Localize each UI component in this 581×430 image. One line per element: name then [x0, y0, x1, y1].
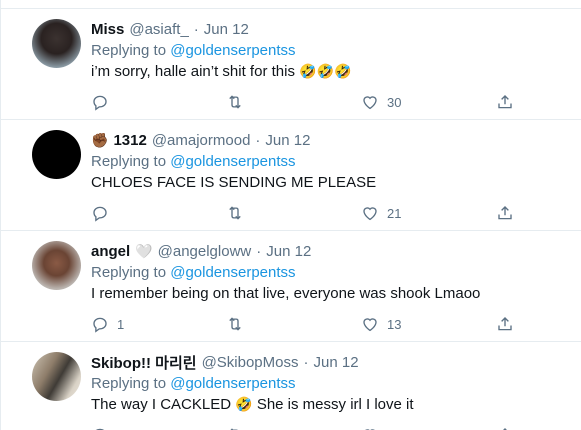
separator-dot: · — [303, 354, 309, 371]
retweet-button[interactable] — [226, 93, 244, 111]
mention-link[interactable]: @goldenserpentss — [170, 42, 295, 59]
replying-to: Replying to @goldenserpentss — [91, 40, 562, 61]
rofl-emoji: 🤣 — [235, 396, 253, 412]
tweet-actions: 1 13 — [91, 315, 521, 333]
reply-icon — [93, 317, 107, 333]
reply-icon — [93, 206, 107, 222]
display-name[interactable]: Skibop!! 마리린 — [91, 352, 197, 373]
like-icon — [363, 207, 377, 221]
tweet[interactable]: ✊🏾 1312 @amajormood · Jun 12 Replying to… — [1, 120, 581, 231]
share-icon — [498, 95, 512, 109]
mention-link[interactable]: @goldenserpentss — [170, 375, 295, 392]
tweet-text: I remember being on that live, everyone … — [91, 283, 562, 304]
separator-dot: · — [193, 21, 199, 38]
tweet-header: Miss @asiaft_ · Jun 12 — [91, 19, 562, 40]
tweet-date[interactable]: Jun 12 — [204, 21, 249, 38]
share-button[interactable] — [496, 426, 514, 430]
share-button[interactable] — [496, 204, 514, 222]
tweet-date[interactable]: Jun 12 — [314, 354, 359, 371]
reply-button[interactable] — [91, 204, 117, 222]
display-name[interactable]: Miss — [91, 21, 124, 38]
reply-feed: Miss @asiaft_ · Jun 12 Replying to @gold… — [0, 0, 581, 430]
tweet-content: Miss @asiaft_ · Jun 12 Replying to @gold… — [91, 19, 562, 82]
user-handle[interactable]: @amajormood — [152, 132, 251, 149]
display-name[interactable]: angel — [91, 243, 130, 260]
rofl-emoji: 🤣🤣🤣 — [299, 63, 352, 79]
display-name[interactable]: 1312 — [113, 132, 146, 149]
tweet-text: CHLOES FACE IS SENDING ME PLEASE — [91, 172, 562, 193]
share-button[interactable] — [496, 93, 514, 111]
tweet-content: ✊🏾 1312 @amajormood · Jun 12 Replying to… — [91, 130, 562, 193]
tweet-actions: 30 — [91, 93, 521, 111]
replying-to-label: Replying to — [91, 153, 167, 170]
retweet-button[interactable] — [226, 315, 244, 333]
replying-to: Replying to @goldenserpentss — [91, 262, 562, 283]
user-handle[interactable]: @asiaft_ — [129, 21, 188, 38]
tweet-text-body: The way I CACKLED — [91, 396, 232, 413]
retweet-icon — [229, 95, 241, 109]
like-button[interactable] — [361, 426, 379, 430]
retweet-icon — [230, 428, 238, 430]
reply-button[interactable] — [91, 426, 109, 430]
replying-to: Replying to @goldenserpentss — [91, 151, 562, 172]
tweet[interactable]: angel 🤍 @angelgloww · Jun 12 Replying to… — [1, 231, 581, 342]
tweet-actions: 21 — [91, 204, 521, 222]
tweet-text-body-continued: She is messy irl I love it — [256, 396, 414, 413]
tweet[interactable]: Miss @asiaft_ · Jun 12 Replying to @gold… — [1, 9, 581, 120]
like-button[interactable]: 21 — [361, 204, 401, 222]
reply-button[interactable]: 1 — [91, 315, 124, 333]
like-icon — [363, 96, 377, 110]
tweet-header: Skibop!! 마리린 @SkibopMoss · Jun 12 — [91, 352, 562, 373]
tweet-header: ✊🏾 1312 @amajormood · Jun 12 — [91, 130, 562, 151]
tweet-text-body: CHLOES FACE IS SENDING ME PLEASE — [91, 174, 377, 191]
replying-to-label: Replying to — [91, 375, 167, 392]
raised-fist-emoji: ✊🏾 — [91, 132, 109, 148]
replying-to-label: Replying to — [91, 42, 167, 59]
tweet-text-body: I remember being on that live, everyone … — [91, 285, 481, 302]
tweet-text-body: i’m sorry, halle ain’t shit for this — [91, 63, 295, 80]
replying-to-label: Replying to — [91, 264, 167, 281]
avatar[interactable] — [32, 352, 81, 401]
retweet-button[interactable] — [226, 204, 244, 222]
like-button[interactable]: 30 — [361, 93, 401, 111]
replying-to: Replying to @goldenserpentss — [91, 373, 562, 394]
avatar[interactable] — [32, 130, 81, 179]
share-icon — [498, 317, 512, 331]
tweet-actions — [91, 426, 521, 430]
separator-dot: · — [256, 243, 262, 260]
tweet-date[interactable]: Jun 12 — [265, 132, 310, 149]
tweet-text: i’m sorry, halle ain’t shit for this 🤣🤣🤣 — [91, 61, 562, 82]
reply-button[interactable] — [91, 93, 117, 111]
tweet-text: The way I CACKLED 🤣 She is messy irl I l… — [91, 394, 562, 415]
mention-link[interactable]: @goldenserpentss — [170, 264, 295, 281]
tweet-content: angel 🤍 @angelgloww · Jun 12 Replying to… — [91, 241, 562, 304]
retweet-icon — [229, 317, 241, 331]
reply-icon — [95, 428, 105, 430]
white-heart-emoji: 🤍 — [135, 243, 153, 259]
like-count: 30 — [387, 94, 402, 110]
avatar[interactable] — [32, 241, 81, 290]
share-button[interactable] — [496, 315, 514, 333]
avatar[interactable] — [32, 19, 81, 68]
share-icon — [503, 428, 507, 430]
share-icon — [498, 206, 512, 220]
user-handle[interactable]: @SkibopMoss — [202, 354, 299, 371]
tweet-content: Skibop!! 마리린 @SkibopMoss · Jun 12 Replyi… — [91, 352, 562, 415]
like-icon — [363, 318, 377, 332]
reply-icon — [93, 95, 107, 111]
reply-count: 1 — [117, 316, 125, 332]
retweet-button[interactable] — [226, 426, 244, 430]
tweet-date[interactable]: Jun 12 — [266, 243, 311, 260]
tweet[interactable]: Skibop!! 마리린 @SkibopMoss · Jun 12 Replyi… — [1, 342, 581, 430]
like-count: 21 — [387, 205, 402, 221]
retweet-icon — [229, 206, 241, 220]
tweet-header: angel 🤍 @angelgloww · Jun 12 — [91, 241, 562, 262]
mention-link[interactable]: @goldenserpentss — [170, 153, 295, 170]
user-handle[interactable]: @angelgloww — [158, 243, 252, 260]
like-button[interactable]: 13 — [361, 315, 401, 333]
like-icon — [365, 429, 375, 430]
separator-dot: · — [255, 132, 261, 149]
like-count: 13 — [387, 316, 402, 332]
